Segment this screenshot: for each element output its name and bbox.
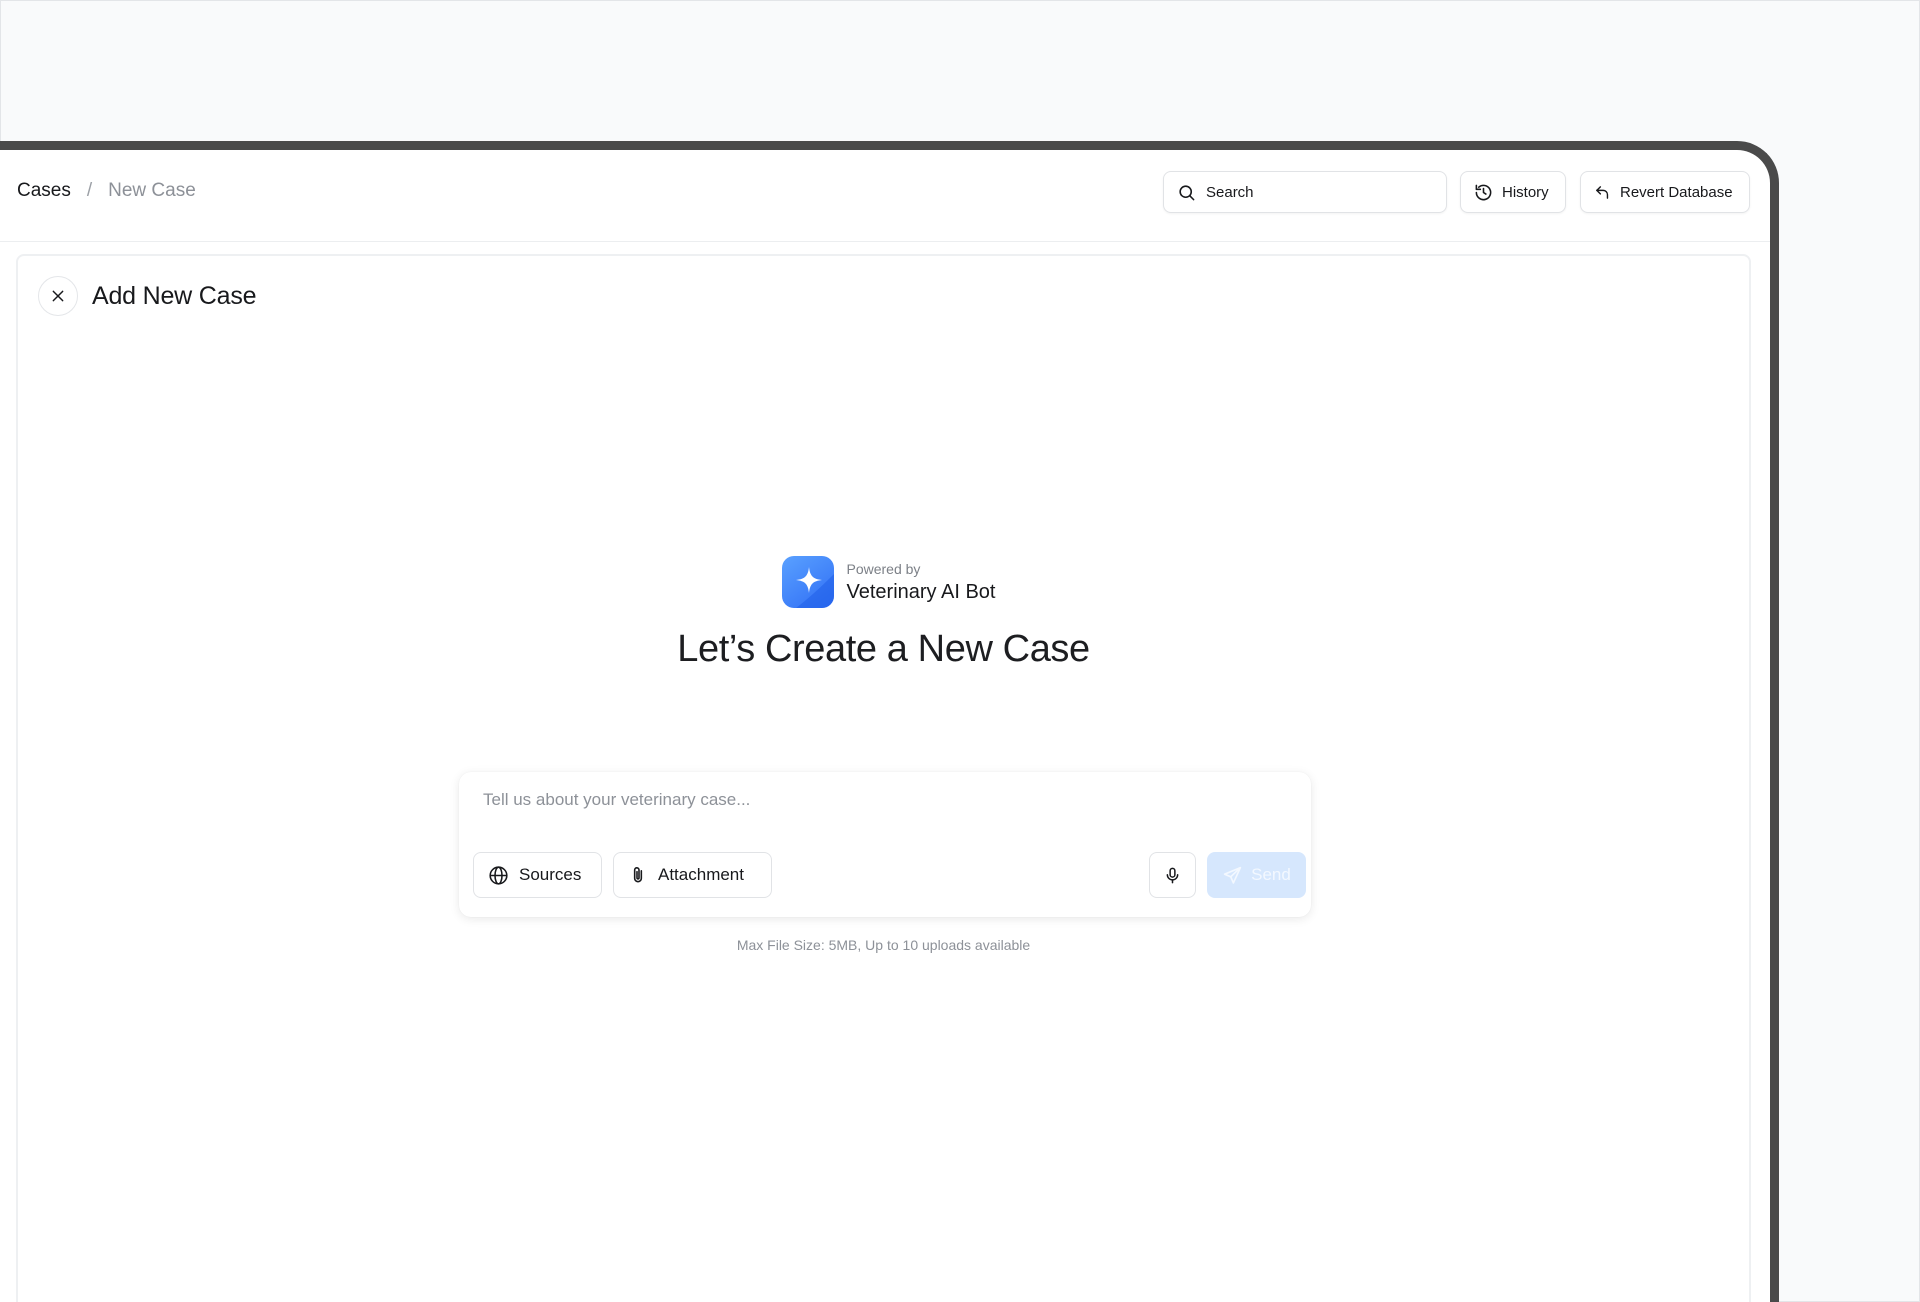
- case-composer: Sources Attachment Send: [459, 772, 1311, 917]
- search-icon: [1177, 183, 1196, 202]
- close-icon: [50, 288, 66, 304]
- search-box[interactable]: [1163, 171, 1447, 213]
- revert-database-button[interactable]: Revert Database: [1580, 171, 1750, 213]
- history-button[interactable]: History: [1460, 171, 1566, 213]
- upload-hint: Max File Size: 5MB, Up to 10 uploads ava…: [736, 937, 1031, 953]
- microphone-button[interactable]: [1149, 852, 1196, 898]
- attachment-label: Attachment: [658, 865, 744, 884]
- close-button[interactable]: [38, 276, 78, 316]
- breadcrumb-cases-link[interactable]: Cases: [17, 180, 71, 202]
- app-window: Cases / New Case History Revert Database: [0, 141, 1779, 1302]
- hero-section: Powered by Veterinary AI Bot Let’s Creat…: [18, 556, 1749, 671]
- powered-by-block: Powered by Veterinary AI Bot: [781, 556, 996, 608]
- send-icon: [1222, 865, 1243, 886]
- sources-button[interactable]: Sources: [473, 852, 602, 898]
- panel-header: Add New Case: [38, 276, 257, 316]
- breadcrumb: Cases / New Case: [17, 150, 196, 232]
- sparkle-logo-icon: [781, 556, 834, 608]
- history-label: History: [1502, 183, 1549, 201]
- powered-by-label: Powered by: [846, 560, 921, 577]
- attachment-button[interactable]: Attachment: [613, 852, 772, 898]
- search-input[interactable]: [1206, 183, 1426, 201]
- send-label: Send: [1251, 865, 1291, 884]
- globe-icon: [488, 865, 509, 886]
- send-button[interactable]: Send: [1207, 852, 1306, 898]
- history-icon: [1474, 183, 1493, 202]
- paperclip-icon: [628, 865, 648, 885]
- sources-label: Sources: [519, 865, 582, 884]
- breadcrumb-current: New Case: [108, 180, 196, 201]
- hero-title: Let’s Create a New Case: [677, 628, 1090, 670]
- revert-database-label: Revert Database: [1620, 183, 1733, 201]
- case-description-input[interactable]: [483, 790, 1283, 830]
- bot-name: Veterinary AI Bot: [846, 580, 996, 603]
- breadcrumb-separator: /: [86, 180, 93, 201]
- new-case-panel: Add New Case Powered by Veterinary AI Bo…: [16, 254, 1751, 1302]
- undo-icon: [1594, 184, 1611, 201]
- panel-title: Add New Case: [92, 281, 257, 310]
- microphone-icon: [1163, 866, 1182, 885]
- powered-by-text: Powered by Veterinary AI Bot: [847, 561, 996, 604]
- top-bar: Cases / New Case History Revert Database: [0, 150, 1770, 242]
